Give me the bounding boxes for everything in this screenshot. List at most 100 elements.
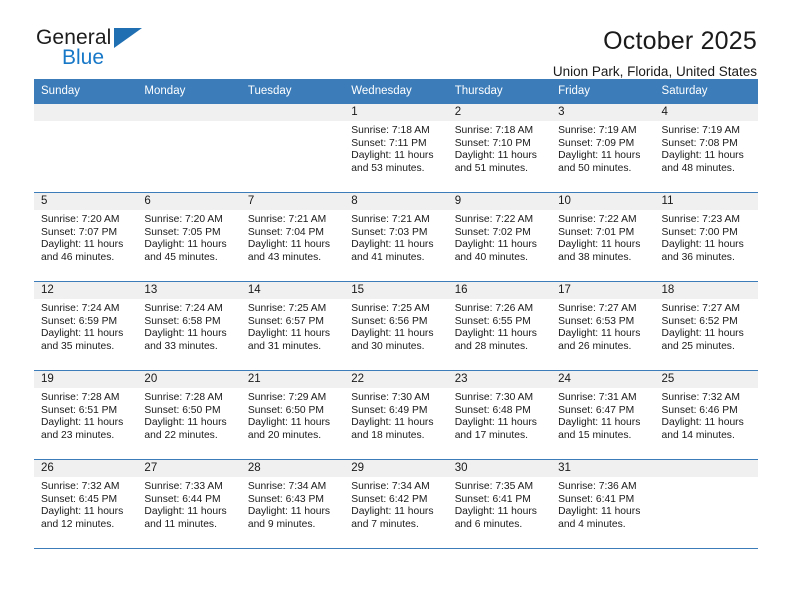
sunrise-text: Sunrise: 7:18 AM bbox=[454, 125, 534, 136]
day-details: Sunrise: 7:23 AM Sunset: 7:00 PM Daylight:… bbox=[655, 210, 758, 264]
calendar-day-cell[interactable]: 1 Sunrise: 7:18 AM Sunset: 7:11 PM Daylight… bbox=[344, 104, 448, 192]
calendar-day-cell[interactable]: 11 Sunrise: 7:23 AM Sunset: 7:00 PM Dayligh… bbox=[654, 193, 758, 281]
sunrise-text: Sunrise: 7:29 AM bbox=[247, 392, 327, 403]
day-number: 28 bbox=[240, 460, 345, 477]
logo-triangle-icon bbox=[114, 28, 142, 48]
day-number: 9 bbox=[447, 193, 552, 210]
day-number: 10 bbox=[551, 193, 655, 210]
day-details: Sunrise: 7:20 AM Sunset: 7:07 PM Daylight:… bbox=[34, 210, 137, 264]
daylight-text: Daylight: 11 hours and 31 minutes. bbox=[247, 328, 331, 352]
day-number: 21 bbox=[240, 371, 345, 388]
daylight-text: Daylight: 11 hours and 4 minutes. bbox=[558, 506, 641, 530]
calendar-day-cell[interactable]: 22 Sunrise: 7:30 AM Sunset: 6:49 PM Dayligh… bbox=[344, 371, 448, 459]
sunset-text: Sunset: 6:44 PM bbox=[144, 493, 221, 505]
daylight-text: Daylight: 11 hours and 50 minutes. bbox=[558, 150, 641, 174]
day-number: 18 bbox=[654, 282, 758, 299]
day-number: 15 bbox=[344, 282, 448, 299]
calendar-day-cell[interactable]: 8 Sunrise: 7:21 AM Sunset: 7:03 PM Daylight… bbox=[344, 193, 448, 281]
calendar-day-cell[interactable]: 17 Sunrise: 7:27 AM Sunset: 6:53 PM Dayligh… bbox=[551, 282, 655, 370]
calendar-day-cell[interactable]: 9 Sunrise: 7:22 AM Sunset: 7:02 PM Daylight… bbox=[447, 193, 552, 281]
daylight-text: Daylight: 11 hours and 6 minutes. bbox=[454, 506, 537, 530]
day-details: Sunrise: 7:34 AM Sunset: 6:42 PM Daylight:… bbox=[344, 477, 447, 531]
day-details: Sunrise: 7:22 AM Sunset: 7:01 PM Daylight:… bbox=[551, 210, 654, 264]
calendar-day-cell[interactable]: 31 Sunrise: 7:36 AM Sunset: 6:41 PM Dayligh… bbox=[551, 460, 655, 548]
calendar-day-cell[interactable]: 25 Sunrise: 7:32 AM Sunset: 6:46 PM Dayligh… bbox=[654, 371, 758, 459]
calendar-day-cell[interactable]: 10 Sunrise: 7:22 AM Sunset: 7:01 PM Dayligh… bbox=[551, 193, 655, 281]
sunset-text: Sunset: 7:03 PM bbox=[351, 226, 428, 238]
calendar-day-cell[interactable]: 5 Sunrise: 7:20 AM Sunset: 7:07 PM Daylight… bbox=[34, 193, 138, 281]
calendar-day-cell[interactable]: 30 Sunrise: 7:35 AM Sunset: 6:41 PM Dayligh… bbox=[447, 460, 552, 548]
weekday-header-thursday: Thursday bbox=[454, 85, 503, 97]
general-blue-logo[interactable]: General Blue bbox=[36, 26, 146, 72]
calendar-day-cell[interactable]: 6 Sunrise: 7:20 AM Sunset: 7:05 PM Daylight… bbox=[137, 193, 241, 281]
sunrise-text: Sunrise: 7:25 AM bbox=[247, 303, 327, 314]
daylight-text: Daylight: 11 hours and 25 minutes. bbox=[661, 328, 744, 352]
calendar-day-cell[interactable]: 21 Sunrise: 7:29 AM Sunset: 6:50 PM Dayligh… bbox=[240, 371, 345, 459]
calendar-empty-cell bbox=[34, 104, 138, 192]
day-details: Sunrise: 7:33 AM Sunset: 6:44 PM Daylight:… bbox=[137, 477, 240, 531]
sunset-text: Sunset: 7:07 PM bbox=[41, 226, 118, 238]
day-number bbox=[240, 104, 345, 121]
day-number: 30 bbox=[447, 460, 552, 477]
sunset-text: Sunset: 6:48 PM bbox=[454, 404, 531, 416]
sunset-text: Sunset: 7:04 PM bbox=[247, 226, 324, 238]
calendar-week-row: 5 Sunrise: 7:20 AM Sunset: 7:07 PM Daylight… bbox=[34, 192, 758, 281]
sunset-text: Sunset: 7:00 PM bbox=[661, 226, 738, 238]
sunrise-text: Sunrise: 7:35 AM bbox=[454, 481, 534, 492]
calendar-day-cell[interactable]: 28 Sunrise: 7:34 AM Sunset: 6:43 PM Dayligh… bbox=[240, 460, 345, 548]
calendar-grid: Sunday Monday Tuesday Wednesday Thursday… bbox=[34, 79, 758, 549]
calendar-day-cell[interactable]: 23 Sunrise: 7:30 AM Sunset: 6:48 PM Dayligh… bbox=[447, 371, 552, 459]
weekday-header-tuesday: Tuesday bbox=[247, 85, 292, 97]
daylight-text: Daylight: 11 hours and 46 minutes. bbox=[41, 239, 124, 263]
day-number: 8 bbox=[344, 193, 448, 210]
calendar-day-cell[interactable]: 24 Sunrise: 7:31 AM Sunset: 6:47 PM Dayligh… bbox=[551, 371, 655, 459]
daylight-text: Daylight: 11 hours and 28 minutes. bbox=[454, 328, 537, 352]
sunset-text: Sunset: 6:58 PM bbox=[144, 315, 221, 327]
calendar-day-cell[interactable]: 27 Sunrise: 7:33 AM Sunset: 6:44 PM Dayligh… bbox=[137, 460, 241, 548]
weekday-header-friday: Friday bbox=[558, 85, 591, 97]
day-number: 11 bbox=[654, 193, 758, 210]
day-number: 17 bbox=[551, 282, 655, 299]
day-number: 16 bbox=[447, 282, 552, 299]
day-number bbox=[34, 104, 138, 121]
calendar-day-cell[interactable]: 19 Sunrise: 7:28 AM Sunset: 6:51 PM Dayligh… bbox=[34, 371, 138, 459]
calendar-day-cell[interactable]: 16 Sunrise: 7:26 AM Sunset: 6:55 PM Dayligh… bbox=[447, 282, 552, 370]
day-number: 13 bbox=[137, 282, 241, 299]
calendar-weeks: 1 Sunrise: 7:18 AM Sunset: 7:11 PM Daylight… bbox=[34, 103, 758, 549]
calendar-day-cell[interactable]: 18 Sunrise: 7:27 AM Sunset: 6:52 PM Dayligh… bbox=[654, 282, 758, 370]
calendar-week-row: 1 Sunrise: 7:18 AM Sunset: 7:11 PM Daylight… bbox=[34, 103, 758, 192]
day-number: 5 bbox=[34, 193, 138, 210]
day-details: Sunrise: 7:31 AM Sunset: 6:47 PM Daylight:… bbox=[551, 388, 654, 442]
calendar-day-cell[interactable]: 14 Sunrise: 7:25 AM Sunset: 6:57 PM Dayligh… bbox=[240, 282, 345, 370]
day-details: Sunrise: 7:35 AM Sunset: 6:41 PM Daylight:… bbox=[448, 477, 551, 531]
sunset-text: Sunset: 7:10 PM bbox=[454, 137, 531, 149]
calendar-day-cell[interactable]: 29 Sunrise: 7:34 AM Sunset: 6:42 PM Dayligh… bbox=[344, 460, 448, 548]
calendar-day-cell[interactable]: 15 Sunrise: 7:25 AM Sunset: 6:56 PM Dayligh… bbox=[344, 282, 448, 370]
sunrise-text: Sunrise: 7:19 AM bbox=[661, 125, 740, 136]
calendar-day-cell[interactable]: 26 Sunrise: 7:32 AM Sunset: 6:45 PM Dayligh… bbox=[34, 460, 138, 548]
sunset-text: Sunset: 7:08 PM bbox=[661, 137, 738, 149]
day-number: 22 bbox=[344, 371, 448, 388]
calendar-day-cell[interactable]: 13 Sunrise: 7:24 AM Sunset: 6:58 PM Dayligh… bbox=[137, 282, 241, 370]
calendar-day-cell[interactable]: 3 Sunrise: 7:19 AM Sunset: 7:09 PM Daylight… bbox=[551, 104, 655, 192]
day-number bbox=[654, 460, 758, 477]
sunrise-text: Sunrise: 7:22 AM bbox=[454, 214, 534, 225]
sunrise-text: Sunrise: 7:21 AM bbox=[351, 214, 430, 225]
sunset-text: Sunset: 6:43 PM bbox=[247, 493, 324, 505]
sunrise-text: Sunrise: 7:28 AM bbox=[144, 392, 223, 403]
daylight-text: Daylight: 11 hours and 17 minutes. bbox=[454, 417, 537, 441]
calendar-day-cell[interactable]: 4 Sunrise: 7:19 AM Sunset: 7:08 PM Daylight… bbox=[654, 104, 758, 192]
calendar-week-row: 19 Sunrise: 7:28 AM Sunset: 6:51 PM Dayligh… bbox=[34, 370, 758, 459]
sunrise-text: Sunrise: 7:27 AM bbox=[558, 303, 637, 314]
daylight-text: Daylight: 11 hours and 26 minutes. bbox=[558, 328, 641, 352]
sunrise-text: Sunrise: 7:24 AM bbox=[41, 303, 120, 314]
calendar-day-cell[interactable]: 20 Sunrise: 7:28 AM Sunset: 6:50 PM Dayligh… bbox=[137, 371, 241, 459]
calendar-day-cell[interactable]: 2 Sunrise: 7:18 AM Sunset: 7:10 PM Daylight… bbox=[447, 104, 552, 192]
calendar-day-cell[interactable]: 12 Sunrise: 7:24 AM Sunset: 6:59 PM Dayligh… bbox=[34, 282, 138, 370]
weekday-header-wednesday: Wednesday bbox=[351, 85, 412, 97]
calendar-day-cell[interactable]: 7 Sunrise: 7:21 AM Sunset: 7:04 PM Daylight… bbox=[240, 193, 345, 281]
day-number: 27 bbox=[137, 460, 241, 477]
day-details: Sunrise: 7:29 AM Sunset: 6:50 PM Daylight:… bbox=[241, 388, 344, 442]
sunset-text: Sunset: 6:50 PM bbox=[247, 404, 324, 416]
sunset-text: Sunset: 6:52 PM bbox=[661, 315, 738, 327]
